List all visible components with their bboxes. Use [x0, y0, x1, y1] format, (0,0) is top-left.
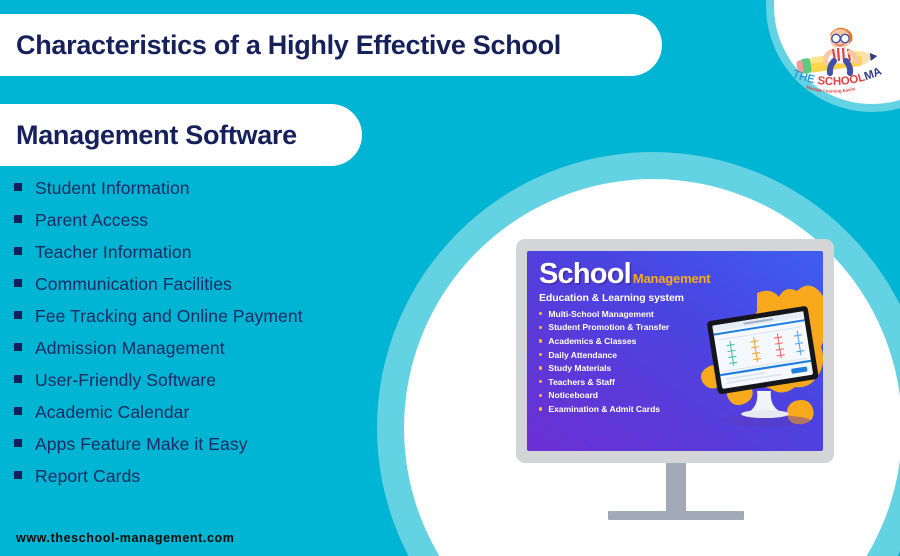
bullet-square-icon — [14, 279, 22, 287]
screen-feature-label: Examination & Admit Cards — [548, 403, 660, 414]
list-item: Report Cards — [14, 466, 434, 498]
feature-label: Parent Access — [35, 210, 149, 230]
screen-feature-list: Multi-School Management Student Promotio… — [539, 307, 669, 416]
list-item: Parent Access — [14, 210, 434, 242]
screen-feature-label: Multi-School Management — [548, 308, 654, 319]
feature-label: Academic Calendar — [35, 402, 190, 422]
bullet-dot-icon — [539, 380, 543, 384]
bullet-square-icon — [14, 407, 22, 415]
bullet-square-icon — [14, 375, 22, 383]
list-item: Teachers & Staff — [539, 375, 669, 389]
bullet-dot-icon — [539, 366, 543, 370]
bullet-dot-icon — [539, 312, 543, 316]
list-item: Academic Calendar — [14, 402, 434, 434]
monitor-bezel: School Management Education & Learning s… — [516, 239, 834, 463]
bullet-dot-icon — [539, 325, 543, 330]
list-item: Student Promotion & Transfer — [539, 321, 669, 335]
feature-label: Student Information — [35, 178, 190, 198]
screen-feature-label: Study Materials — [548, 363, 612, 374]
screen-headline: School Management Education & Learning s… — [539, 258, 711, 305]
list-item: Admission Management — [14, 338, 434, 370]
bullet-dot-icon — [539, 339, 543, 343]
bullet-square-icon — [14, 471, 22, 479]
logo-icon: THE SCHOOLMANAGEMENT Manage Learning Eas… — [781, 0, 883, 94]
title-line-1: Characteristics of a Highly Effective Sc… — [0, 14, 662, 76]
feature-label: Admission Management — [35, 338, 225, 358]
bullet-dot-icon — [539, 352, 543, 357]
brand-logo: THE SCHOOLMANAGEMENT Manage Learning Eas… — [781, 0, 890, 98]
bullet-square-icon — [14, 439, 22, 447]
title-line-2: Management Software — [0, 104, 362, 166]
feature-label: Teacher Information — [35, 242, 192, 262]
page-title: Characteristics of a Highly Effective Sc… — [0, 14, 662, 166]
screen-feature-label: Academics & Classes — [548, 335, 637, 346]
list-item: Communication Facilities — [14, 274, 434, 306]
screen-title-accent: Management — [632, 271, 711, 286]
screen-feature-label: Noticeboard — [548, 390, 598, 401]
list-item: Academics & Classes — [539, 334, 669, 348]
screen-feature-label: Daily Attendance — [548, 349, 617, 360]
list-item: Examination & Admit Cards — [539, 402, 669, 416]
feature-label: Apps Feature Make it Easy — [35, 434, 248, 454]
bullet-square-icon — [14, 215, 22, 223]
list-item: Multi-School Management — [539, 307, 669, 321]
list-item: Noticeboard — [539, 389, 669, 403]
screen-feature-label: Student Promotion & Transfer — [548, 322, 670, 333]
list-item: Daily Attendance — [539, 348, 669, 362]
screen-title: School — [539, 258, 632, 290]
bullet-dot-icon — [539, 393, 543, 398]
list-item: Fee Tracking and Online Payment — [14, 306, 434, 338]
bullet-square-icon — [14, 343, 22, 351]
feature-label: User-Friendly Software — [35, 370, 217, 390]
feature-label: Communication Facilities — [35, 274, 232, 294]
list-item: User-Friendly Software — [14, 370, 434, 402]
screen-subtitle: Education & Learning system — [539, 292, 684, 304]
feature-label: Fee Tracking and Online Payment — [35, 306, 303, 326]
list-item: Study Materials — [539, 361, 669, 375]
list-item: Apps Feature Make it Easy — [14, 434, 434, 466]
monitor-illustration: School Management Education & Learning s… — [516, 239, 836, 520]
screen-feature-label: Teachers & Staff — [548, 376, 615, 387]
bullet-dot-icon — [539, 407, 543, 411]
list-item: Teacher Information — [14, 242, 434, 274]
inner-monitor-icon — [707, 306, 819, 427]
bullet-square-icon — [14, 247, 22, 255]
bullet-square-icon — [14, 311, 22, 319]
monitor-stand-base — [608, 511, 744, 520]
bullet-square-icon — [14, 183, 22, 191]
feature-label: Report Cards — [35, 466, 141, 486]
website-url[interactable]: www.theschool-management.com — [16, 531, 234, 545]
list-item: Student Information — [14, 178, 434, 210]
monitor-stand-neck — [666, 463, 686, 511]
feature-list: Student Information Parent Access Teache… — [14, 178, 434, 498]
monitor-screen: School Management Education & Learning s… — [527, 251, 823, 451]
